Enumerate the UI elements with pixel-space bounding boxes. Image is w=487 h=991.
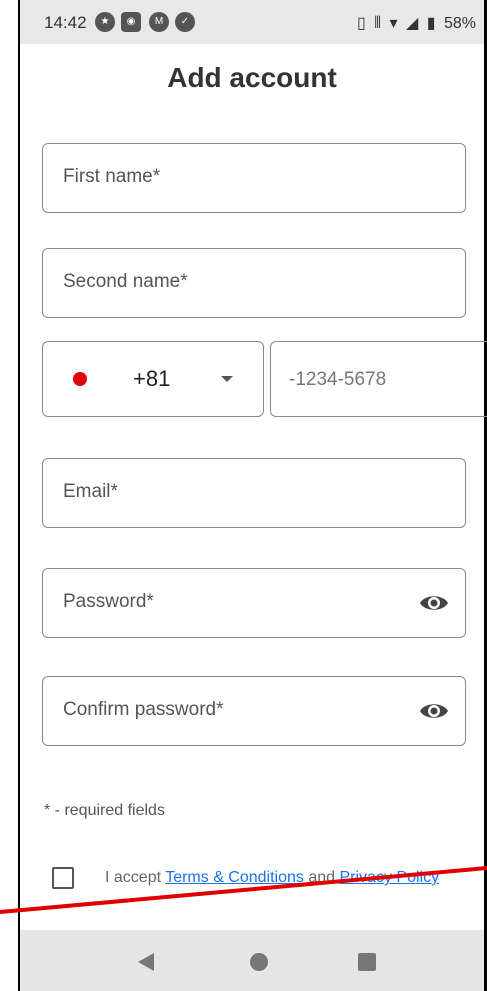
wifi-icon: ▾ — [389, 15, 398, 32]
home-icon[interactable] — [250, 953, 268, 971]
phone-number-field[interactable]: -1234-5678 — [270, 341, 487, 417]
left-frame-border — [0, 0, 20, 991]
confirm-password-field[interactable]: Confirm password* — [42, 676, 466, 746]
accept-terms-text: I accept Terms & Conditions and Privacy … — [105, 869, 465, 887]
status-time: 14:42 — [44, 13, 87, 32]
and-text: and — [303, 869, 340, 886]
terms-conditions-link[interactable]: Terms & Conditions — [165, 869, 304, 886]
battery-percent: 58% — [443, 15, 476, 32]
first-name-placeholder: First name* — [63, 166, 161, 187]
show-password-eye-icon[interactable] — [419, 591, 449, 615]
vibrate-icon: ⫴ — [374, 15, 381, 32]
phone-placeholder: -1234-5678 — [289, 369, 387, 390]
app-notification-icon: ◉ — [121, 12, 141, 32]
required-fields-note: * - required fields — [44, 802, 165, 819]
status-right: ▯ ⫴ ▾ ◢ ▮ 58% — [353, 13, 476, 33]
email-placeholder: Email* — [63, 481, 118, 502]
dropdown-arrow-icon — [221, 376, 233, 382]
phone-screen: 14:42 ★ ◉ M ✓ ▯ ⫴ ▾ ◢ ▮ 58% Add account … — [20, 0, 487, 991]
signal-icon: ◢ — [405, 15, 419, 32]
page-title: Add account — [167, 62, 337, 93]
show-confirm-password-eye-icon[interactable] — [419, 699, 449, 723]
email-field[interactable]: Email* — [42, 458, 466, 528]
country-code-value: +81 — [133, 366, 171, 391]
second-name-placeholder: Second name* — [63, 271, 188, 292]
privacy-policy-link[interactable]: Privacy Policy — [340, 869, 440, 886]
password-placeholder: Password* — [63, 591, 154, 612]
japan-flag-icon — [73, 372, 87, 386]
star-notification-icon: ★ — [95, 12, 115, 32]
password-field[interactable]: Password* — [42, 568, 466, 638]
accept-prefix: I accept — [105, 869, 166, 886]
confirm-password-placeholder: Confirm password* — [63, 699, 224, 720]
battery-icon: ▮ — [426, 15, 436, 32]
my-app-notification-icon: M — [149, 12, 169, 32]
country-code-select[interactable]: +81 — [42, 341, 264, 417]
back-icon[interactable] — [138, 953, 154, 971]
android-nav-bar — [20, 930, 484, 991]
nfc-icon: ▯ — [357, 15, 366, 32]
shield-notification-icon: ✓ — [175, 12, 195, 32]
status-bar: 14:42 ★ ◉ M ✓ ▯ ⫴ ▾ ◢ ▮ 58% — [20, 0, 484, 44]
first-name-field[interactable]: First name* — [42, 143, 466, 213]
second-name-field[interactable]: Second name* — [42, 248, 466, 318]
recent-apps-icon[interactable] — [358, 953, 376, 971]
accept-terms-checkbox[interactable] — [52, 867, 74, 889]
